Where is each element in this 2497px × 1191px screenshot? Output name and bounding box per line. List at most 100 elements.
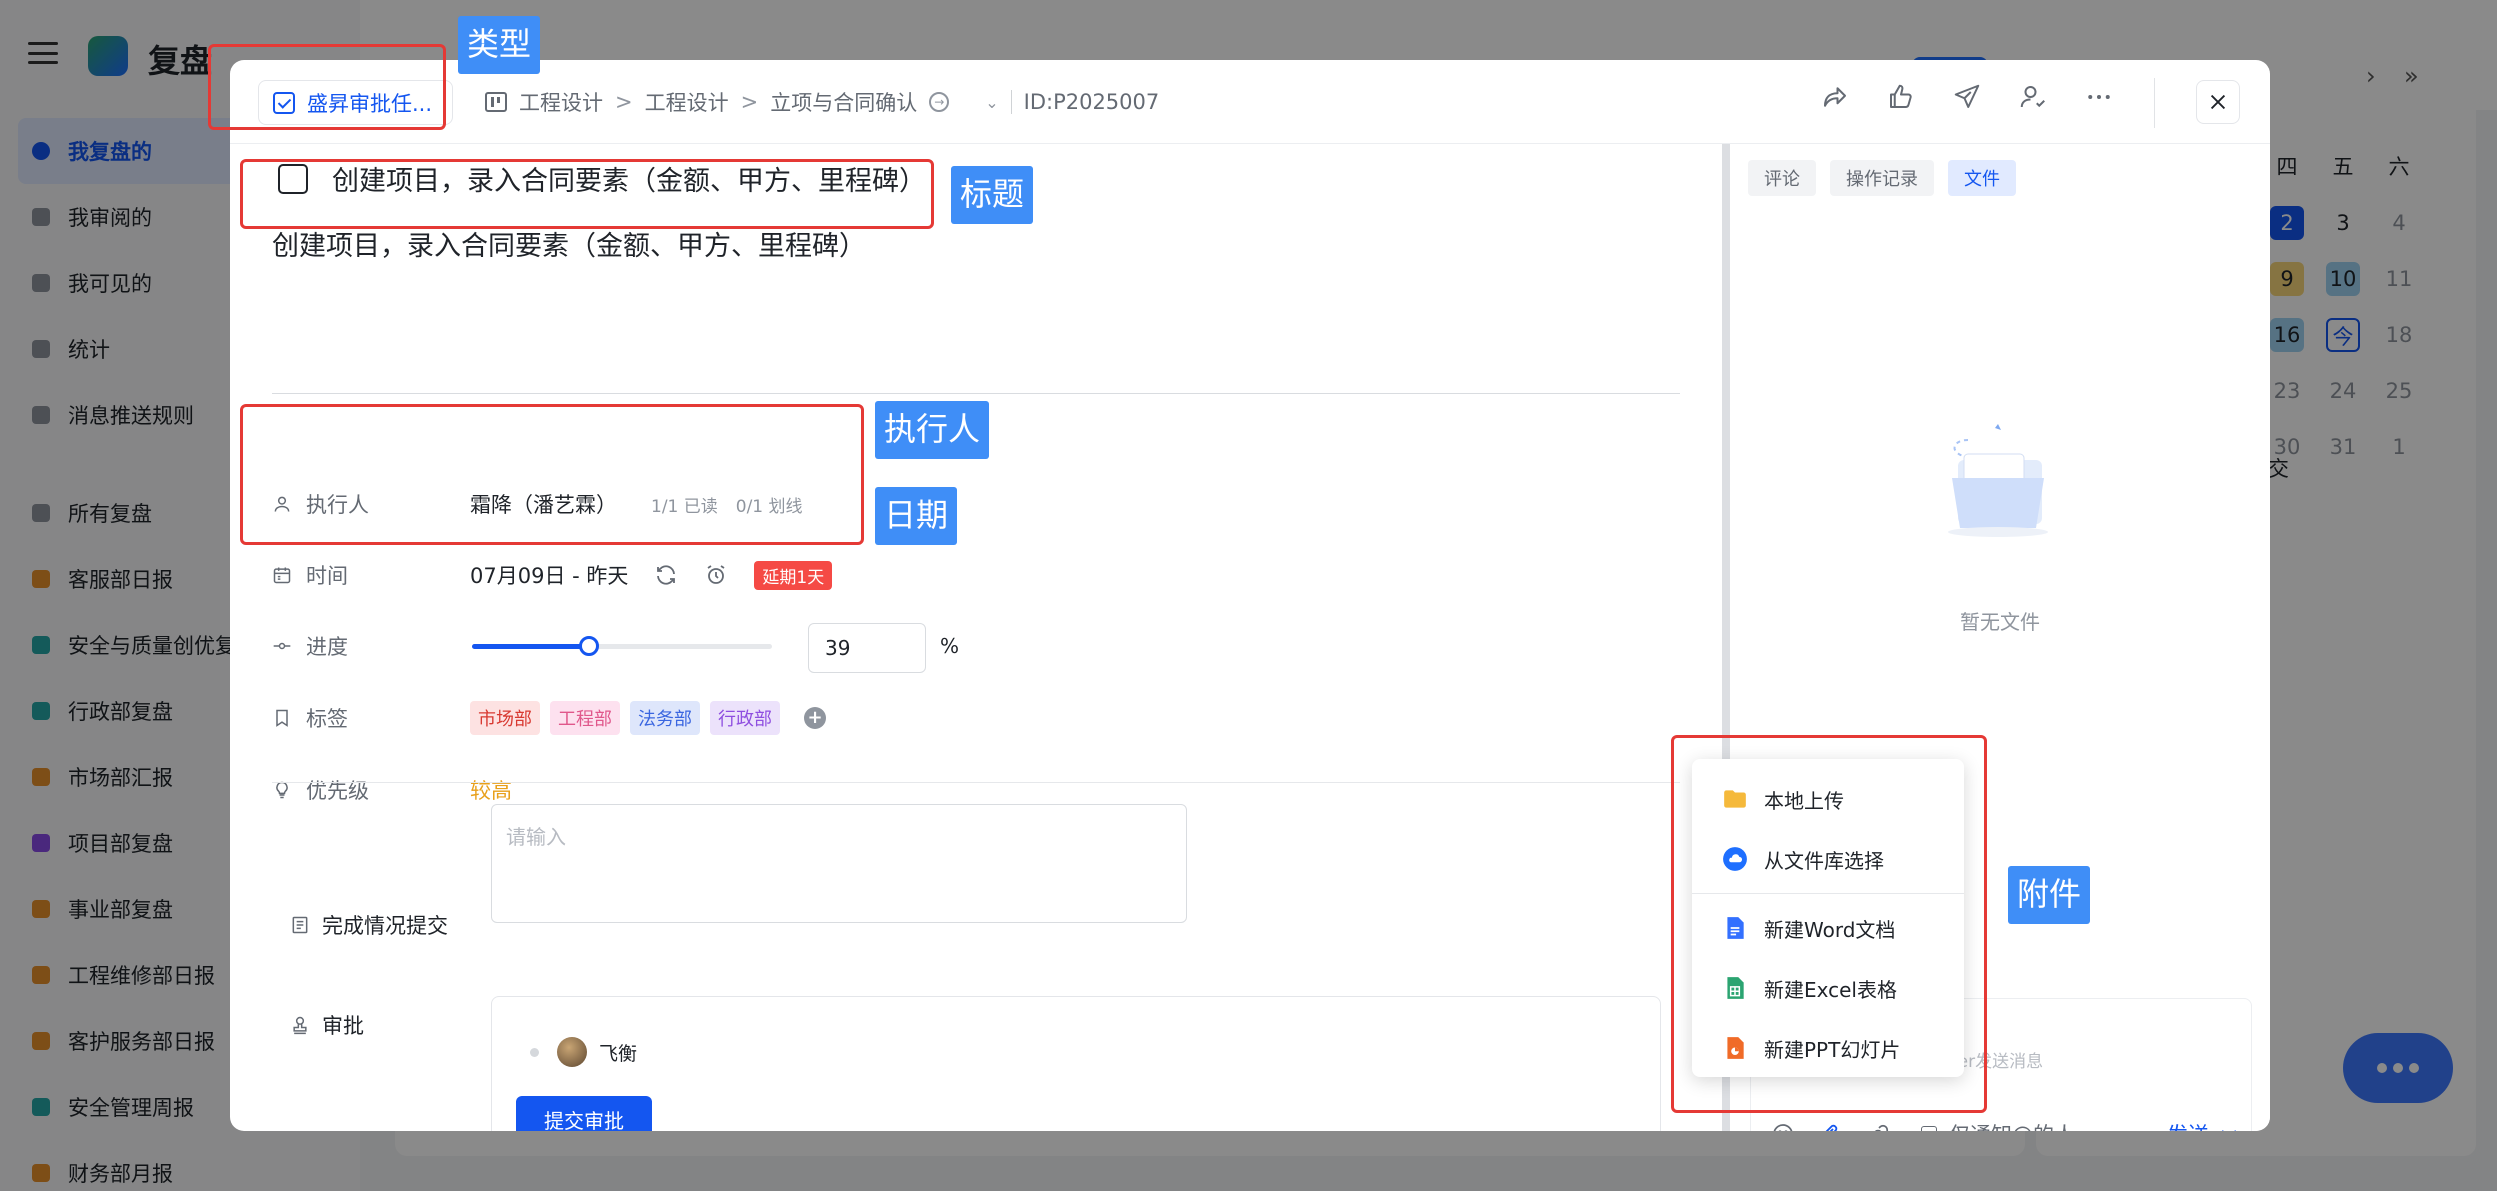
progress-field: 进度 39 % xyxy=(272,623,960,673)
task-id: ID:P2025007 xyxy=(1023,90,1160,114)
field-label: 进度 xyxy=(306,635,348,659)
task-body: 创建项目，录入合同要素（金额、甲方、里程碑） 创建项目，录入合同要素（金额、甲方… xyxy=(230,144,1722,1131)
task-detail-modal: 盛昇审批任... 工程设计 > 工程设计 > 立项与合同确认 → ⌄ ID:P2… xyxy=(230,60,2270,1131)
progress-input[interactable]: 39 xyxy=(808,623,926,673)
user-icon xyxy=(274,496,290,512)
executor-field: 执行人 霜降（潘艺霖） 1/1 已读 0/1 划线 xyxy=(272,484,821,524)
status-dot xyxy=(530,1047,539,1057)
progress-slider[interactable] xyxy=(472,631,772,661)
progress-icon xyxy=(273,642,291,650)
task-complete-checkbox[interactable] xyxy=(278,163,308,194)
approval-label: 审批 xyxy=(290,1010,364,1040)
cloud-icon xyxy=(1723,847,1747,871)
repeat-icon[interactable] xyxy=(654,563,678,587)
strike-status: 0/1 划线 xyxy=(735,496,803,517)
breadcrumb-item[interactable]: 工程设计 xyxy=(645,87,729,117)
close-button[interactable] xyxy=(2196,80,2240,124)
lightbulb-icon xyxy=(276,781,288,799)
share-icon[interactable] xyxy=(1820,82,1850,112)
tag-item[interactable]: 工程部 xyxy=(550,701,620,735)
chevron-down-icon[interactable]: ⌄ xyxy=(985,93,998,112)
notify-only-mentioned[interactable]: 仅通知@的人 xyxy=(1921,1119,2075,1131)
overdue-badge: 延期1天 xyxy=(754,560,833,590)
assign-user-icon[interactable] xyxy=(2018,82,2048,112)
stamp-icon xyxy=(293,1016,307,1035)
priority-value[interactable]: 较高 xyxy=(470,775,512,805)
send-icon[interactable] xyxy=(1952,82,1982,112)
tag-item[interactable]: 法务部 xyxy=(630,701,700,735)
approver-name: 飞衡 xyxy=(599,1042,638,1065)
emoji-icon[interactable] xyxy=(1771,1122,1795,1131)
read-status: 1/1 已读 xyxy=(651,496,718,517)
breadcrumb: 工程设计 > 工程设计 > 立项与合同确认 → ⌄ ID:P2025007 xyxy=(485,84,1159,120)
chevron-down-icon xyxy=(2222,1130,2236,1131)
like-icon[interactable] xyxy=(1886,82,1916,112)
tag-item[interactable]: 行政部 xyxy=(710,701,780,735)
composer-toolbar: 仅通知@的人 发送 xyxy=(1771,1119,2241,1131)
annotation-label-title: 标题 xyxy=(951,166,1034,224)
task-description[interactable]: 创建项目，录入合同要素（金额、甲方、里程碑） xyxy=(272,224,866,263)
approver-item: 飞衡 xyxy=(530,1037,637,1067)
alarm-icon[interactable] xyxy=(704,563,728,587)
percent-unit: % xyxy=(940,634,960,658)
word-doc-icon xyxy=(1727,917,1744,939)
approval-box: 飞衡 提交审批 xyxy=(491,996,1661,1131)
link-icon[interactable] xyxy=(1867,1122,1891,1131)
divider xyxy=(1010,90,1012,114)
ppt-slide-icon xyxy=(1727,1037,1744,1059)
time-field: 时间 07月09日 - 昨天 延期1天 xyxy=(272,555,833,595)
divider xyxy=(272,393,1680,394)
notify-checkbox[interactable] xyxy=(1921,1126,1937,1131)
attach-new-excel[interactable]: 新建Excel表格 xyxy=(1692,958,1964,1018)
tags-field: 标签 市场部 工程部 法务部 行政部 + xyxy=(272,698,826,738)
task-title-row: 创建项目，录入合同要素（金额、甲方、里程碑） xyxy=(278,159,926,198)
header-actions xyxy=(1820,82,2114,112)
date-range-value[interactable]: 07月09日 - 昨天 xyxy=(470,560,628,590)
task-title[interactable]: 创建项目，录入合同要素（金额、甲方、里程碑） xyxy=(332,159,926,198)
form-icon xyxy=(292,916,308,934)
annotation-label-executor: 执行人 xyxy=(875,401,990,459)
excel-sheet-icon xyxy=(1727,977,1744,999)
attach-from-library[interactable]: 从文件库选择 xyxy=(1692,829,1964,889)
annotation-label-attachment: 附件 xyxy=(2008,866,2091,924)
completion-label: 完成情况提交 xyxy=(290,910,448,940)
calendar-icon xyxy=(273,567,291,584)
tag-item[interactable]: 市场部 xyxy=(470,701,540,735)
breadcrumb-item[interactable]: 立项与合同确认 xyxy=(770,87,917,117)
empty-files-text: 暂无文件 xyxy=(1960,610,2040,634)
attach-new-word[interactable]: 新建Word文档 xyxy=(1692,898,1964,958)
tab-operation-log[interactable]: 操作记录 xyxy=(1830,160,1934,196)
completion-textarea[interactable]: 请输入 xyxy=(491,804,1187,923)
bookmark-icon xyxy=(276,709,288,727)
field-label: 优先级 xyxy=(306,779,369,803)
tab-comments[interactable]: 评论 xyxy=(1748,160,1816,196)
field-label: 执行人 xyxy=(306,493,369,517)
attach-menu: 本地上传 从文件库选择 新建Word文档 新建Excel表格 新建PPT幻灯片 xyxy=(1692,759,1964,1077)
close-icon xyxy=(2210,94,2226,110)
board-icon xyxy=(485,92,507,112)
progress-fill xyxy=(472,644,589,649)
field-label: 时间 xyxy=(306,564,348,588)
add-tag-icon[interactable]: + xyxy=(804,707,826,729)
priority-field: 优先级 较高 xyxy=(272,770,512,810)
avatar[interactable] xyxy=(557,1037,587,1067)
breadcrumb-item[interactable]: 工程设计 xyxy=(519,87,603,117)
checkbox-icon xyxy=(273,91,295,114)
attach-new-ppt[interactable]: 新建PPT幻灯片 xyxy=(1692,1018,1964,1078)
attachment-icon[interactable] xyxy=(1819,1122,1843,1131)
tab-files[interactable]: 文件 xyxy=(1948,160,2016,196)
send-button[interactable]: 发送 xyxy=(2167,1119,2241,1131)
divider xyxy=(272,782,1680,783)
attach-local-upload[interactable]: 本地上传 xyxy=(1692,769,1964,829)
executor-value[interactable]: 霜降（潘艺霖） xyxy=(470,489,617,519)
divider xyxy=(2154,78,2155,128)
progress-slider-handle[interactable] xyxy=(579,636,599,656)
submit-approval-button[interactable]: 提交审批 xyxy=(516,1096,652,1131)
arrow-circle-icon[interactable]: → xyxy=(929,92,950,112)
more-icon[interactable] xyxy=(2084,82,2114,112)
activity-tabs: 评论 操作记录 文件 xyxy=(1748,160,2016,196)
folder-icon xyxy=(1724,790,1746,808)
task-type-chip[interactable]: 盛昇审批任... xyxy=(258,80,454,125)
annotation-label-type: 类型 xyxy=(458,16,541,74)
field-label: 标签 xyxy=(306,707,348,731)
